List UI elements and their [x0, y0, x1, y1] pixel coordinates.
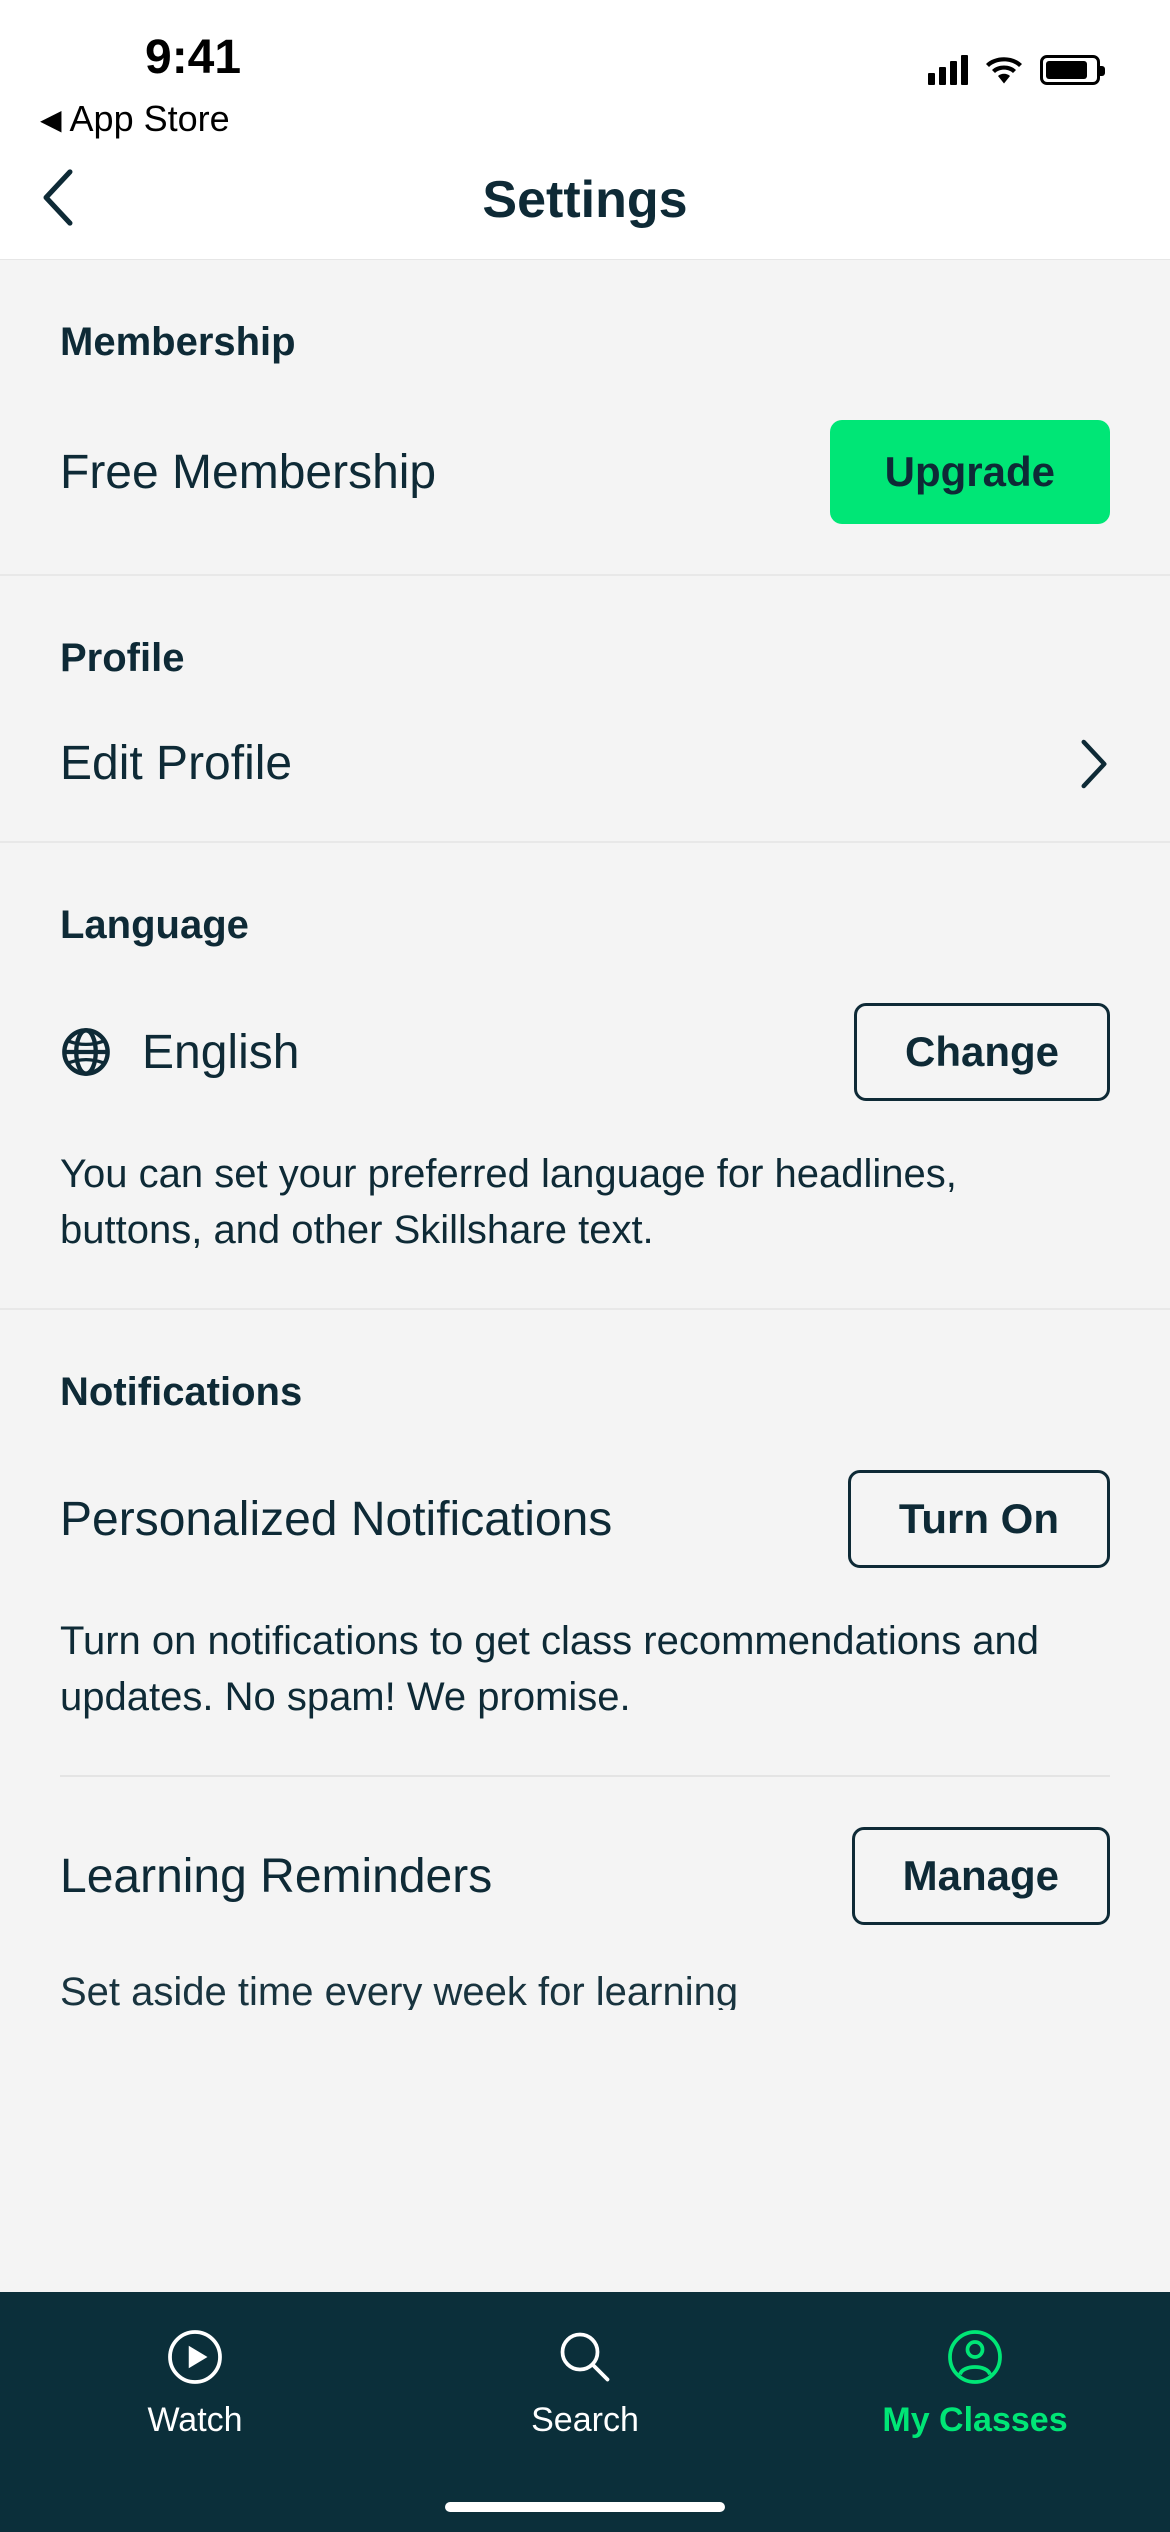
- bottom-tab-bar: Watch Search My Classes: [0, 2292, 1170, 2532]
- back-to-appstore-link[interactable]: ◀ App Store: [40, 98, 230, 140]
- personalized-notifications-group: Personalized Notifications Turn On Turn …: [60, 1470, 1110, 1777]
- section-language: Language English Change You can set your…: [0, 843, 1170, 1310]
- person-circle-icon: [945, 2327, 1005, 2387]
- chevron-left-icon: [40, 168, 76, 226]
- edit-profile-row[interactable]: Edit Profile: [60, 736, 1110, 791]
- page-header: Settings: [0, 140, 1170, 260]
- edit-profile-label: Edit Profile: [60, 736, 292, 791]
- back-button[interactable]: [40, 168, 76, 231]
- play-circle-icon: [165, 2327, 225, 2387]
- search-icon: [555, 2327, 615, 2387]
- wifi-icon: [986, 56, 1022, 84]
- tab-watch[interactable]: Watch: [2, 2327, 388, 2440]
- personalized-notifications-description: Turn on notifications to get class recom…: [60, 1613, 1110, 1725]
- section-profile: Profile Edit Profile: [0, 576, 1170, 843]
- section-header-profile: Profile: [60, 636, 1110, 681]
- membership-row: Free Membership Upgrade: [60, 420, 1110, 524]
- tab-my-classes[interactable]: My Classes: [782, 2327, 1168, 2440]
- turn-on-notifications-button[interactable]: Turn On: [848, 1470, 1110, 1568]
- status-bar: 9:41 ◀ App Store: [0, 0, 1170, 140]
- battery-icon: [1040, 55, 1100, 85]
- current-language-label: English: [142, 1025, 299, 1080]
- chevron-right-icon: [1078, 739, 1110, 789]
- membership-status-label: Free Membership: [60, 445, 436, 500]
- learning-reminders-label: Learning Reminders: [60, 1849, 492, 1904]
- section-notifications: Notifications Personalized Notifications…: [0, 1310, 1170, 2010]
- tab-my-classes-label: My Classes: [882, 2401, 1067, 2440]
- upgrade-button[interactable]: Upgrade: [830, 420, 1110, 524]
- back-triangle-icon: ◀: [40, 103, 62, 136]
- status-time: 9:41: [145, 30, 241, 85]
- cellular-signal-icon: [928, 55, 968, 85]
- change-language-button[interactable]: Change: [854, 1003, 1110, 1101]
- language-row: English Change: [60, 1003, 1110, 1101]
- learning-reminders-row: Learning Reminders Manage: [60, 1827, 1110, 1925]
- personalized-notifications-label: Personalized Notifications: [60, 1492, 612, 1547]
- tab-search-label: Search: [531, 2401, 639, 2440]
- page-title: Settings: [0, 170, 1170, 230]
- home-indicator[interactable]: [445, 2502, 725, 2512]
- status-icons: [928, 55, 1100, 85]
- learning-reminders-description: Set aside time every week for learning: [60, 1970, 1110, 2010]
- tab-watch-label: Watch: [147, 2401, 242, 2440]
- learning-reminders-group: Learning Reminders Manage Set aside time…: [60, 1777, 1110, 2010]
- section-membership: Membership Free Membership Upgrade: [0, 260, 1170, 576]
- back-to-app-label: App Store: [70, 98, 230, 140]
- manage-reminders-button[interactable]: Manage: [852, 1827, 1110, 1925]
- globe-icon: [60, 1026, 112, 1078]
- section-header-membership: Membership: [60, 320, 1110, 365]
- section-header-language: Language: [60, 903, 1110, 948]
- language-description: You can set your preferred language for …: [60, 1146, 1110, 1258]
- personalized-notifications-row: Personalized Notifications Turn On: [60, 1470, 1110, 1568]
- section-header-notifications: Notifications: [60, 1370, 1110, 1415]
- tab-search[interactable]: Search: [392, 2327, 778, 2440]
